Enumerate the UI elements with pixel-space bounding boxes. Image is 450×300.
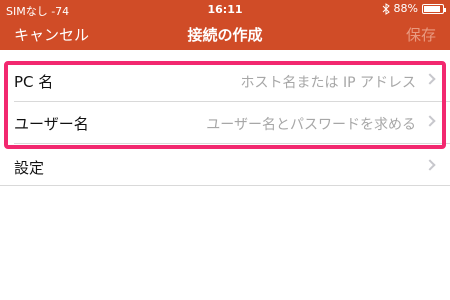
username-placeholder: ユーザー名とパスワードを求める (206, 117, 416, 133)
pc-name-placeholder: ホスト名または IP アドレス (240, 75, 416, 91)
battery-fill (424, 5, 440, 12)
settings-row[interactable]: 設定 (0, 146, 450, 186)
battery-icon (422, 3, 446, 14)
username-label: ユーザー名 (14, 115, 89, 133)
status-bar: SIMなし -74 16:11 88% (0, 0, 450, 20)
status-right: 88% (382, 2, 446, 15)
nav-bar: キャンセル 接続の作成 保存 (0, 20, 450, 50)
bluetooth-icon (382, 2, 390, 15)
header: SIMなし -74 16:11 88% キャンセル 接続の作成 保存 (0, 0, 450, 50)
username-row[interactable]: ユーザー名 ユーザー名とパスワードを求める (0, 102, 450, 144)
connection-form: PC 名 ホスト名または IP アドレス ユーザー名 ユーザー名とパスワードを求… (0, 60, 450, 144)
chevron-right-icon (424, 115, 436, 127)
pc-name-label: PC 名 (14, 73, 54, 91)
row-divider (14, 143, 450, 144)
chevron-right-icon (424, 73, 436, 85)
battery-percent: 88% (393, 2, 418, 15)
pc-name-row[interactable]: PC 名 ホスト名または IP アドレス (0, 60, 450, 102)
save-button[interactable]: 保存 (406, 24, 436, 45)
page-title: 接続の作成 (187, 26, 263, 44)
settings-label: 設定 (14, 159, 45, 177)
chevron-right-icon (424, 159, 436, 171)
row-divider (0, 185, 450, 186)
